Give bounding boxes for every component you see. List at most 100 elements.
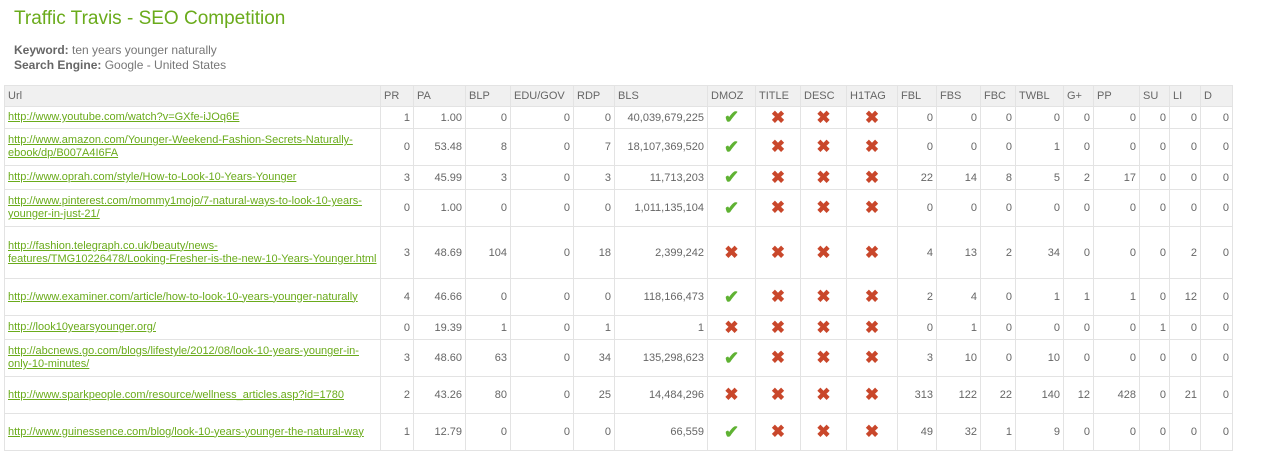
- cross-icon: ✖: [816, 198, 831, 217]
- desc-cell: ✖: [800, 376, 847, 414]
- li-cell: 2: [1169, 226, 1201, 279]
- dmoz-cell: ✔: [707, 278, 756, 316]
- table-row: http://www.pinterest.com/mommy1mojo/7-na…: [4, 189, 1233, 227]
- cross-icon: ✖: [816, 348, 831, 367]
- edu-cell: 0: [510, 226, 574, 279]
- result-url-link[interactable]: http://look10yearsyounger.org/: [8, 321, 156, 333]
- pa-cell: 46.66: [413, 278, 466, 316]
- column-header-bls[interactable]: BLS: [614, 85, 708, 107]
- result-url-link[interactable]: http://abcnews.go.com/blogs/lifestyle/20…: [8, 345, 359, 370]
- check-icon: ✔: [723, 421, 740, 442]
- pr-cell: 0: [380, 189, 414, 227]
- li-cell: 0: [1169, 128, 1201, 166]
- su-cell: 0: [1139, 339, 1170, 377]
- column-header-su[interactable]: SU: [1139, 85, 1170, 107]
- rdp-cell: 34: [573, 339, 615, 377]
- result-url-link[interactable]: http://www.guinessence.com/blog/look-10-…: [8, 426, 364, 438]
- edu-cell: 0: [510, 376, 574, 414]
- column-header-twbl[interactable]: TWBL: [1015, 85, 1064, 107]
- pa-cell: 45.99: [413, 165, 466, 190]
- result-url-link[interactable]: http://www.examiner.com/article/how-to-l…: [8, 291, 358, 303]
- h1-cell: ✖: [846, 278, 898, 316]
- li-cell: 0: [1169, 189, 1201, 227]
- column-header-blp[interactable]: BLP: [465, 85, 511, 107]
- column-header-rdp[interactable]: RDP: [573, 85, 615, 107]
- column-header-li[interactable]: LI: [1169, 85, 1201, 107]
- column-header-fbs[interactable]: FBS: [936, 85, 981, 107]
- d-cell: 0: [1200, 413, 1233, 451]
- fbs-cell: 1: [936, 315, 981, 340]
- table-row: http://www.sparkpeople.com/resource/well…: [4, 376, 1233, 414]
- rdp-cell: 0: [573, 413, 615, 451]
- bls-cell: 40,039,679,225: [614, 106, 708, 129]
- su-cell: 1: [1139, 315, 1170, 340]
- column-header-pp[interactable]: PP: [1093, 85, 1140, 107]
- table-row: http://www.oprah.com/style/How-to-Look-1…: [4, 165, 1233, 190]
- su-cell: 0: [1139, 189, 1170, 227]
- blp-cell: 1: [465, 315, 511, 340]
- column-header-fbc[interactable]: FBC: [980, 85, 1016, 107]
- result-url-link[interactable]: http://fashion.telegraph.co.uk/beauty/ne…: [8, 240, 377, 265]
- fbl-cell: 313: [897, 376, 937, 414]
- table-body: http://www.youtube.com/watch?v=GXfe-iJOq…: [4, 106, 1233, 451]
- url-cell: http://www.sparkpeople.com/resource/well…: [4, 376, 381, 414]
- column-header-g[interactable]: G+: [1063, 85, 1094, 107]
- pp-cell: 0: [1093, 189, 1140, 227]
- bls-cell: 66,559: [614, 413, 708, 451]
- title-cell: ✖: [755, 339, 801, 377]
- desc-cell: ✖: [800, 315, 847, 340]
- fbc-cell: 0: [980, 339, 1016, 377]
- table-header-row: Url PR PA BLP EDU/GOV RDP BLS DMOZ TITLE DESC H1TA…: [4, 85, 1233, 107]
- result-url-link[interactable]: http://www.oprah.com/style/How-to-Look-1…: [8, 171, 296, 183]
- column-header-d[interactable]: D: [1200, 85, 1233, 107]
- url-cell: http://www.amazon.com/Younger-Weekend-Fa…: [4, 128, 381, 166]
- column-header-title[interactable]: TITLE: [755, 85, 801, 107]
- cross-icon: ✖: [816, 242, 831, 262]
- column-header-desc[interactable]: DESC: [800, 85, 847, 107]
- desc-cell: ✖: [800, 339, 847, 377]
- result-url-link[interactable]: http://www.youtube.com/watch?v=GXfe-iJOq…: [8, 111, 239, 123]
- li-cell: 0: [1169, 339, 1201, 377]
- fbs-cell: 32: [936, 413, 981, 451]
- column-header-edu-gov[interactable]: EDU/GOV: [510, 85, 574, 107]
- title-cell: ✖: [755, 189, 801, 227]
- d-cell: 0: [1200, 189, 1233, 227]
- table-row: http://www.examiner.com/article/how-to-l…: [4, 278, 1233, 316]
- column-header-fbl[interactable]: FBL: [897, 85, 937, 107]
- su-cell: 0: [1139, 226, 1170, 279]
- cross-icon: ✖: [816, 317, 831, 337]
- result-url-link[interactable]: http://www.sparkpeople.com/resource/well…: [8, 389, 344, 401]
- su-cell: 0: [1139, 128, 1170, 166]
- fbc-cell: 0: [980, 189, 1016, 227]
- desc-cell: ✖: [800, 278, 847, 316]
- pr-cell: 1: [380, 106, 414, 129]
- pa-cell: 43.26: [413, 376, 466, 414]
- pp-cell: 0: [1093, 106, 1140, 129]
- fbs-cell: 13: [936, 226, 981, 279]
- column-header-h1tag[interactable]: H1TAG: [846, 85, 898, 107]
- cross-icon: ✖: [864, 137, 880, 156]
- cross-icon: ✖: [864, 422, 880, 441]
- d-cell: 0: [1200, 165, 1233, 190]
- column-header-pa[interactable]: PA: [413, 85, 466, 107]
- edu-cell: 0: [510, 315, 574, 340]
- column-header-url[interactable]: Url: [4, 85, 381, 107]
- cross-icon: ✖: [864, 385, 880, 404]
- li-cell: 0: [1169, 106, 1201, 129]
- result-url-link[interactable]: http://www.amazon.com/Younger-Weekend-Fa…: [8, 134, 353, 159]
- gp-cell: 0: [1063, 315, 1094, 340]
- result-url-link[interactable]: http://www.pinterest.com/mommy1mojo/7-na…: [8, 195, 362, 220]
- seo-competition-table: Url PR PA BLP EDU/GOV RDP BLS DMOZ TITLE DESC H1TA…: [4, 85, 1233, 451]
- check-icon: ✔: [723, 136, 740, 157]
- pr-cell: 3: [380, 226, 414, 279]
- column-header-pr[interactable]: PR: [380, 85, 414, 107]
- pp-cell: 1: [1093, 278, 1140, 316]
- fbl-cell: 0: [897, 128, 937, 166]
- search-engine-label: Search Engine:: [14, 58, 102, 72]
- twbl-cell: 0: [1015, 106, 1064, 129]
- cross-icon: ✖: [770, 287, 786, 306]
- pr-cell: 1: [380, 413, 414, 451]
- su-cell: 0: [1139, 376, 1170, 414]
- column-header-dmoz[interactable]: DMOZ: [707, 85, 756, 107]
- cross-icon: ✖: [724, 242, 739, 262]
